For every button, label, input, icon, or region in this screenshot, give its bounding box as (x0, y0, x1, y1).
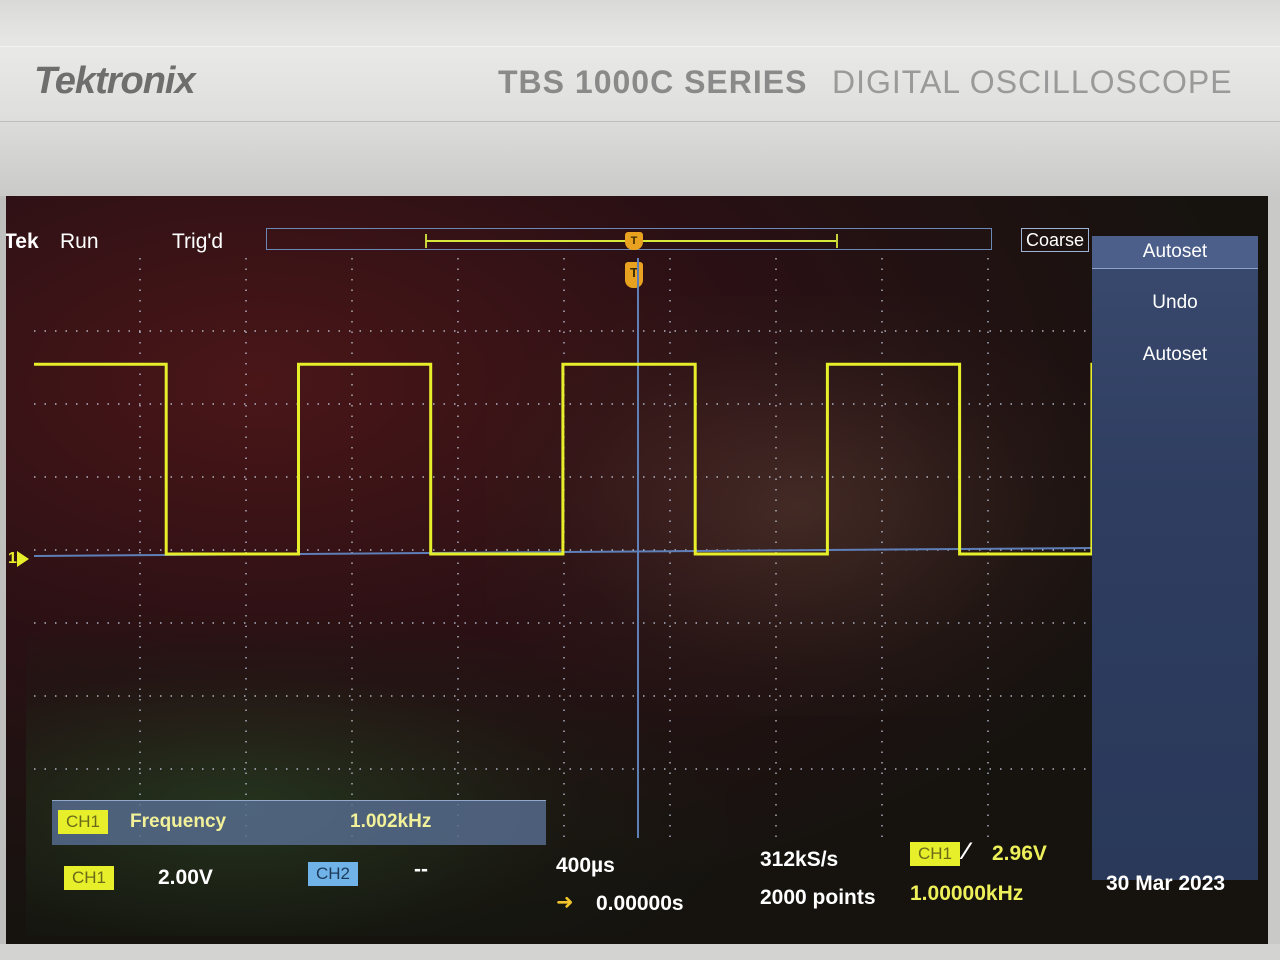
horizontal-position-arrow-icon: ➜ (556, 891, 574, 914)
record-trigger-marker: T (625, 232, 643, 250)
ch1-ground-marker: 1 (8, 550, 29, 568)
measurement-label: Frequency (130, 811, 227, 832)
coarse-indicator[interactable]: Coarse (1021, 228, 1089, 252)
measurement-value: 1.002kHz (350, 811, 432, 832)
trigger-level: 2.96V (992, 842, 1047, 865)
sample-rate: 312kS/s (760, 848, 839, 871)
trigger-frequency: 1.00000kHz (910, 882, 1024, 905)
record-window-right-bracket (836, 234, 838, 248)
ch2-tag[interactable]: CH2 (308, 862, 359, 886)
ch2-scale: -- (414, 858, 428, 881)
menu-title-autoset: Autoset (1092, 236, 1258, 269)
ch1-waveform-trace (34, 362, 1094, 556)
frequency-measurement: CH1 Frequency 1.002kHz (52, 800, 546, 845)
measurement-channel-tag: CH1 (58, 810, 109, 834)
model-subtitle: DIGITAL OSCILLOSCOPE (832, 64, 1233, 100)
brand-logo: Tektronix (34, 60, 196, 102)
trigger-source-tag[interactable]: CH1 (910, 842, 961, 866)
tek-logo: Tek (6, 230, 39, 253)
model-series: TBS 1000C SERIES (498, 64, 808, 100)
horizontal-position: 0.00000s (596, 892, 684, 915)
ground-arrow-icon (16, 550, 29, 567)
ch1-scale: 2.00V (158, 866, 213, 889)
date-display: 30 Mar 2023 (1106, 872, 1226, 895)
bezel-frame-bottom (0, 944, 1280, 960)
menu-item-autoset[interactable]: Autoset (1092, 340, 1258, 370)
side-menu: Autoset Undo Autoset (1092, 236, 1258, 880)
oscilloscope-display: Tek Run Trig'd T Coarse T 1 Autoset Undo… (6, 196, 1268, 944)
trigger-status: Trig'd (172, 230, 224, 253)
ch1-tag[interactable]: CH1 (64, 866, 115, 890)
record-length: 2000 points (760, 886, 876, 909)
waveform-graticule (34, 258, 1094, 842)
bezel-frame-right (1268, 196, 1280, 960)
rising-edge-icon: ∕ (964, 838, 969, 865)
menu-item-undo[interactable]: Undo (1092, 288, 1258, 318)
run-status: Run (60, 230, 99, 253)
timebase-scale: 400µs (556, 854, 615, 877)
